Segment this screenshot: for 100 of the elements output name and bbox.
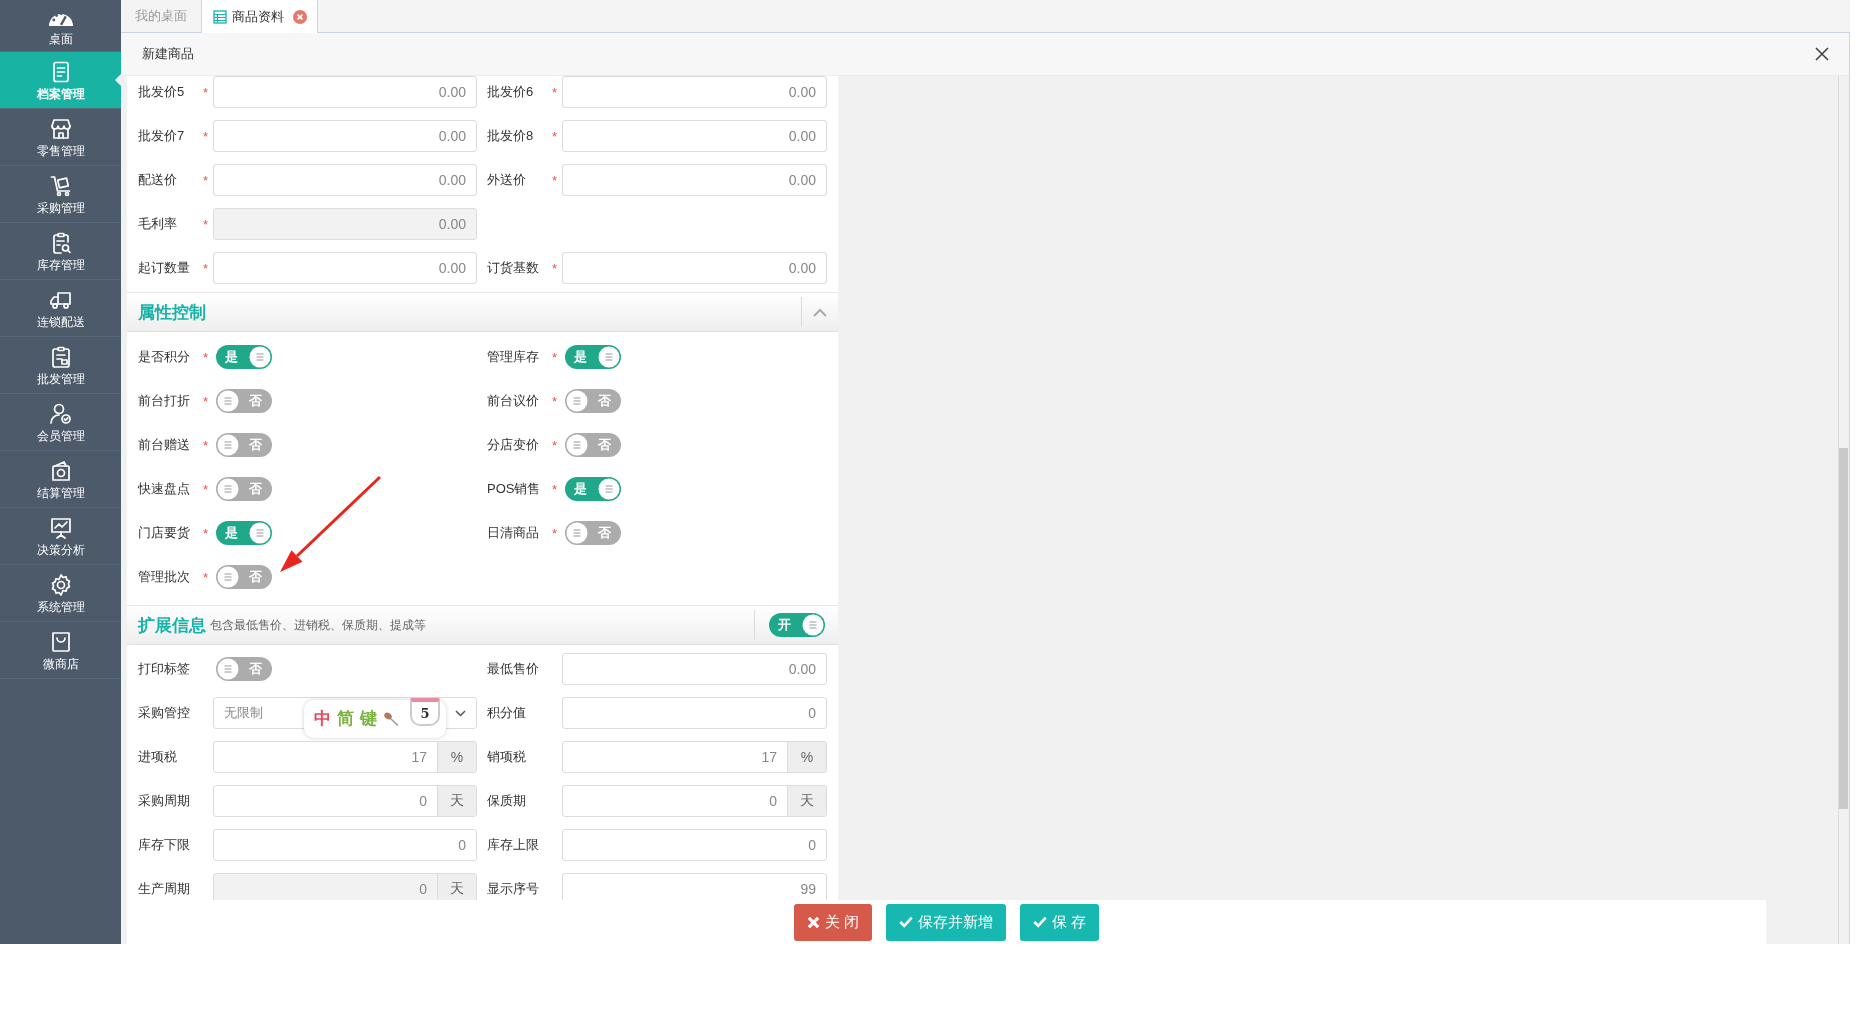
sidebar-item-label: 微商店	[42, 656, 79, 671]
required-mark: *	[202, 437, 210, 453]
close-icon[interactable]	[1815, 47, 1829, 61]
field-label: 批发价5	[138, 83, 186, 101]
sidebar-item-label: 采购管理	[36, 200, 85, 215]
sidebar-item-label: 库存管理	[36, 257, 85, 272]
save-button[interactable]: 保存并新增	[886, 903, 1006, 941]
toggle-switch[interactable]: 否	[216, 433, 272, 457]
field-label: 起订数量	[138, 259, 191, 277]
ime-toolbar-item[interactable]: 中	[314, 709, 331, 729]
tab[interactable]: 我的桌面	[121, 0, 201, 32]
field-label: 门店要货	[138, 524, 191, 542]
field-label: 订货基数	[487, 259, 540, 277]
input-field[interactable]: 0.00	[562, 120, 827, 152]
required-mark: *	[551, 393, 559, 409]
sidebar-item[interactable]: 档案管理	[0, 52, 121, 109]
tab[interactable]: 商品资料	[201, 0, 318, 33]
input-field[interactable]: 0.00	[213, 164, 477, 196]
input-field[interactable]: 0	[213, 829, 477, 861]
sidebar-item-label: 桌面	[48, 32, 73, 46]
toggle-switch[interactable]: 是	[216, 345, 272, 369]
sidebar-item-label: 系统管理	[36, 599, 85, 614]
sidebar-item-label: 结算管理	[36, 485, 85, 500]
input-field[interactable]: 0.00	[562, 76, 827, 108]
ime-toolbar[interactable]: 中 简 键 5	[304, 700, 446, 738]
required-mark: *	[202, 84, 210, 100]
toggle-switch[interactable]: 否	[565, 521, 621, 545]
toggle-switch[interactable]: 开	[768, 613, 825, 637]
field-label: 分店变价	[487, 436, 540, 454]
ime-toolbar-item[interactable]: 简	[337, 709, 354, 729]
input-field[interactable]: 0.00	[562, 653, 827, 685]
sidebar-item-label: 零售管理	[36, 143, 85, 158]
input-field[interactable]: 0.00	[213, 252, 477, 284]
field-label: POS销售	[487, 480, 542, 498]
save-button[interactable]: 保 存	[1020, 903, 1100, 941]
toggle-knob-icon	[566, 522, 588, 544]
toggle-switch[interactable]: 否	[216, 477, 272, 501]
field-label: 毛利率	[138, 215, 178, 233]
chart-icon	[48, 515, 73, 540]
sidebar-item-label: 决策分析	[36, 542, 85, 557]
section-title: 属性控制	[138, 301, 206, 324]
input-field[interactable]: 0.00	[562, 164, 827, 196]
required-mark: *	[202, 172, 210, 188]
toggle-switch[interactable]: 否	[216, 657, 272, 681]
input-field[interactable]: 0.00	[562, 252, 827, 284]
required-mark: *	[551, 260, 559, 276]
toggle-knob-icon	[249, 346, 271, 368]
toggle-knob-icon	[566, 434, 588, 456]
input-field[interactable]: 17 %	[213, 741, 477, 773]
cart-icon	[48, 173, 73, 198]
gauge-icon	[48, 14, 73, 26]
toggle-switch[interactable]: 否	[216, 389, 272, 413]
toggle-knob-icon	[249, 522, 271, 544]
chevron-up-icon[interactable]	[813, 307, 827, 317]
input-field[interactable]: 17 %	[562, 741, 827, 773]
sidebar-item-label: 批发管理	[36, 371, 85, 386]
field-label: 最低售价	[487, 660, 540, 678]
field-label: 销项税	[487, 748, 527, 766]
field-label: 是否积分	[138, 348, 191, 366]
field-label: 批发价8	[487, 127, 535, 145]
scrollbar[interactable]	[1838, 76, 1849, 944]
field-label: 积分值	[487, 704, 527, 722]
ime-toolbar-item[interactable]: 键	[360, 709, 377, 729]
input-field[interactable]: 0.00	[213, 120, 477, 152]
field-label: 外送价	[487, 171, 527, 189]
toggle-switch[interactable]: 否	[565, 433, 621, 457]
field-label: 保质期	[487, 792, 527, 810]
required-mark: *	[551, 84, 559, 100]
table-icon	[213, 9, 227, 24]
required-mark: *	[202, 569, 210, 585]
field-label: 前台议价	[487, 392, 540, 410]
field-label: 进项税	[138, 748, 178, 766]
dialog-title: 新建商品	[142, 45, 194, 63]
toggle-switch[interactable]: 是	[216, 521, 272, 545]
toggle-knob-icon	[598, 346, 620, 368]
input-field[interactable]: 0	[562, 829, 827, 861]
required-mark: *	[551, 128, 559, 144]
field-label: 配送价	[138, 171, 178, 189]
input-field[interactable]: 0.00	[213, 76, 477, 108]
toggle-switch[interactable]: 是	[565, 477, 621, 501]
scrollbar-thumb[interactable]	[1839, 448, 1848, 809]
required-mark: *	[551, 437, 559, 453]
toggle-knob-icon	[566, 390, 588, 412]
close-button[interactable]: 关 闭	[793, 903, 872, 941]
unit-addon: 天	[787, 786, 826, 816]
toggle-switch[interactable]: 否	[565, 389, 621, 413]
required-mark: *	[202, 260, 210, 276]
toggle-knob-icon	[801, 614, 824, 636]
input-field[interactable]: 0 天	[213, 785, 477, 817]
field-label: 日清商品	[487, 524, 540, 542]
toggle-switch[interactable]: 否	[216, 565, 272, 589]
field-label: 采购管控	[138, 704, 191, 722]
field-label: 批发价6	[487, 83, 535, 101]
input-field[interactable]: 0 天	[562, 785, 827, 817]
input-field[interactable]: 0	[562, 697, 827, 729]
input-field[interactable]: 99	[562, 873, 827, 900]
toggle-knob-icon	[217, 566, 239, 588]
check-icon	[899, 916, 913, 928]
toggle-switch[interactable]: 是	[565, 345, 621, 369]
store-icon	[48, 116, 73, 141]
